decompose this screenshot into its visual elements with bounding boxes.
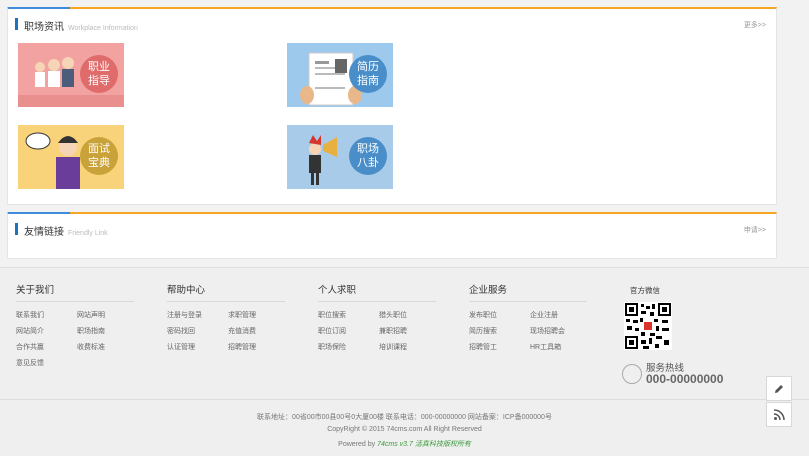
badge-line: 指导 [88, 75, 110, 87]
footer-link[interactable]: 企业注册 [530, 310, 591, 320]
footer-column-title: 帮助中心 [167, 282, 285, 302]
footer-link[interactable]: 职场指南 [77, 326, 138, 336]
copyright-line: CopyRight © 2015 74cms.com All Right Res… [327, 426, 482, 433]
footer-links: 发布职位 企业注册 简历搜索 现场招聘会 招聘管工 HR工具箱 [469, 310, 591, 352]
powered-brand-link[interactable]: 74cms v3.7 活真科技版权所有 [377, 441, 471, 448]
resume-guide-tile[interactable]: 简历 指南 [287, 43, 393, 107]
badge-line: 八卦 [357, 157, 379, 169]
tile-badge: 面试 宝典 [80, 137, 118, 175]
footer-column-title: 企业服务 [469, 282, 587, 302]
panel-subtitle: Friendly Link [68, 230, 108, 237]
footer-link[interactable]: 发布职位 [469, 310, 530, 320]
title-marker [15, 223, 18, 235]
footer-column-about: 关于我们 联系我们 网站声明 网站简介 职场指南 合作共赢 收费标准 意见反馈 [16, 282, 138, 368]
tile-badge: 职业 指导 [80, 55, 118, 93]
badge-line: 职业 [88, 61, 110, 73]
panel-subtitle: Workplace Information [68, 25, 138, 32]
rss-icon [773, 408, 785, 420]
panel-title: 职场资讯 Workplace Information [24, 18, 138, 33]
footer-link[interactable]: 招聘管工 [469, 342, 530, 352]
footer-links: 注册与登录 求职管理 密码找回 充值消费 认证管理 招聘管理 [167, 310, 289, 352]
badge-line: 简历 [357, 61, 379, 73]
footer-link[interactable]: 求职管理 [228, 310, 289, 320]
hotline-number: 000-00000000 [646, 372, 724, 386]
footer-link[interactable]: 兼职招聘 [379, 326, 440, 336]
footer-link[interactable]: 培训课程 [379, 342, 440, 352]
panel-title-text: 友情链接 [24, 227, 64, 238]
footer-column-enterprise: 企业服务 发布职位 企业注册 简历搜索 现场招聘会 招聘管工 HR工具箱 [469, 282, 591, 352]
wechat-label: 官方微信 [630, 286, 660, 295]
footer-column-help: 帮助中心 注册与登录 求职管理 密码找回 充值消费 认证管理 招聘管理 [167, 282, 289, 352]
more-link[interactable]: 更多>> [744, 20, 766, 30]
pencil-icon [775, 384, 783, 393]
panel-title: 友情链接 Friendly Link [24, 223, 108, 238]
badge-line: 指南 [357, 75, 379, 87]
footer-link[interactable]: 充值消费 [228, 326, 289, 336]
footer-column-title: 关于我们 [16, 282, 134, 302]
footer-link[interactable]: 职位订阅 [318, 326, 379, 336]
tile-badge: 职场 八卦 [349, 137, 387, 175]
wechat-qr-code [624, 302, 672, 350]
rss-button[interactable] [766, 402, 792, 427]
footer-link[interactable]: 联系我们 [16, 310, 77, 320]
panel-header: 友情链接 Friendly Link 申请>> [8, 212, 776, 242]
customer-service-icon [622, 364, 642, 384]
badge-line: 宝典 [88, 157, 110, 169]
badge-line: 职场 [357, 143, 379, 155]
panel-title-text: 职场资讯 [24, 22, 64, 33]
powered-prefix: Powered by [338, 441, 378, 448]
interview-guide-tile[interactable]: 面试 宝典 [18, 125, 124, 189]
career-guide-tile[interactable]: 职业 指导 [18, 43, 124, 107]
footer-link[interactable]: 合作共赢 [16, 342, 77, 352]
footer-link[interactable]: HR工具箱 [530, 342, 591, 352]
badge-line: 面试 [88, 143, 110, 155]
footer-links: 联系我们 网站声明 网站简介 职场指南 合作共赢 收费标准 意见反馈 [16, 310, 138, 368]
footer-divider [0, 399, 809, 400]
header-accent [8, 212, 70, 214]
footer-link[interactable]: 简历搜索 [469, 326, 530, 336]
footer-column-jobseeker: 个人求职 职位搜索 猎头职位 职位订阅 兼职招聘 职场保险 培训课程 [318, 282, 440, 352]
footer-link[interactable]: 网站简介 [16, 326, 77, 336]
powered-by-line: Powered by 74cms v3.7 活真科技版权所有 [0, 439, 809, 449]
footer-link[interactable]: 收费标准 [77, 342, 138, 352]
panel-header: 职场资讯 Workplace Information 更多>> [8, 7, 776, 37]
title-marker [15, 18, 18, 30]
footer-link[interactable]: 注册与登录 [167, 310, 228, 320]
footer-link[interactable]: 密码找回 [167, 326, 228, 336]
edit-button[interactable] [766, 376, 792, 401]
friendly-links-panel: 友情链接 Friendly Link 申请>> [7, 212, 777, 259]
contact-address-line: 联系地址：00省00市00县00号0大厦00楼 联系电话：000-0000000… [257, 414, 552, 421]
footer-link[interactable]: 意见反馈 [16, 358, 77, 368]
tile-badge: 简历 指南 [349, 55, 387, 93]
footer-link[interactable]: 招聘管理 [228, 342, 289, 352]
footer-column-title: 个人求职 [318, 282, 436, 302]
workplace-gossip-tile[interactable]: 职场 八卦 [287, 125, 393, 189]
workplace-news-panel: 职场资讯 Workplace Information 更多>> 职业 指导 简历… [7, 7, 777, 205]
footer-link[interactable]: 猎头职位 [379, 310, 440, 320]
apply-link[interactable]: 申请>> [744, 225, 766, 235]
header-accent [8, 7, 70, 9]
footer-link[interactable]: 认证管理 [167, 342, 228, 352]
footer-link[interactable]: 职位搜索 [318, 310, 379, 320]
footer-link[interactable]: 现场招聘会 [530, 326, 591, 336]
footer-links: 职位搜索 猎头职位 职位订阅 兼职招聘 职场保险 培训课程 [318, 310, 440, 352]
footer-link[interactable]: 职场保险 [318, 342, 379, 352]
footer-link[interactable]: 网站声明 [77, 310, 138, 320]
